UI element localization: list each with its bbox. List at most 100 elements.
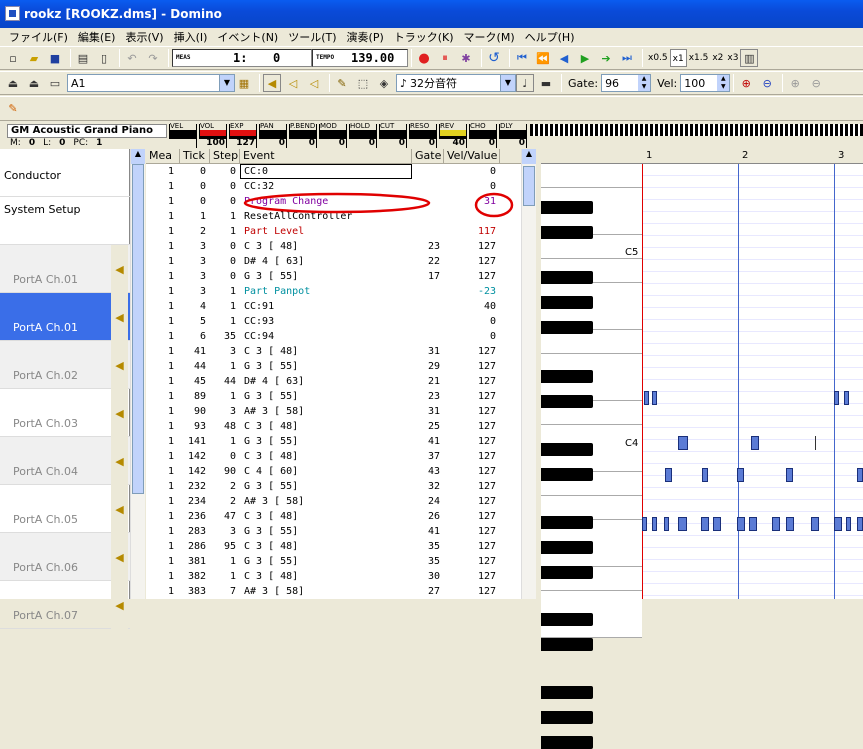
track-row[interactable]: PortA Ch.05 ◀: [0, 485, 130, 533]
track-up-icon[interactable]: ⏏: [4, 74, 22, 92]
black-key[interactable]: [541, 321, 593, 334]
note-block[interactable]: [749, 517, 757, 531]
event-row[interactable]: 1 3 1 Part Panpot -23: [146, 284, 521, 299]
column-header[interactable]: Mea: [146, 149, 180, 163]
note-block[interactable]: [678, 517, 687, 531]
meter-hold[interactable]: HOLD 0: [349, 123, 377, 148]
meter-exp[interactable]: EXP 127: [229, 123, 257, 148]
solo-icon[interactable]: ◁: [284, 74, 302, 92]
event-row[interactable]: 1 383 7 A# 3 [ 58] 27 127: [146, 584, 521, 599]
layout-icon[interactable]: ▥: [740, 49, 759, 67]
midi-in-icon[interactable]: ✱: [457, 49, 475, 67]
meter-vol[interactable]: VOL 100: [199, 123, 227, 148]
triplet-icon[interactable]: ♩: [516, 74, 534, 92]
note-block[interactable]: [834, 391, 839, 405]
meter-cut[interactable]: CUT 0: [379, 123, 407, 148]
speaker-icon[interactable]: ◀: [111, 245, 128, 293]
event-row[interactable]: 1 3 0 C 3 [ 48] 23 127: [146, 239, 521, 254]
track-list-scrollbar[interactable]: ▲: [130, 149, 145, 599]
white-key[interactable]: [541, 164, 642, 188]
column-header[interactable]: Gate: [412, 149, 444, 163]
black-key[interactable]: [541, 638, 593, 651]
properties-icon[interactable]: ▤: [74, 49, 92, 67]
zoom-out-icon[interactable]: ⊖: [758, 74, 776, 92]
event-row[interactable]: 1 142 90 C 4 [ 60] 43 127: [146, 464, 521, 479]
redo-icon[interactable]: ↷: [144, 49, 162, 67]
event-row[interactable]: 1 44 1 G 3 [ 55] 29 127: [146, 359, 521, 374]
select-rect-icon[interactable]: ⬚: [354, 74, 372, 92]
event-row[interactable]: 1 283 3 G 3 [ 55] 41 127: [146, 524, 521, 539]
event-row[interactable]: 1 0 0 CC:32 0: [146, 179, 521, 194]
speaker-icon[interactable]: ◀: [111, 437, 128, 485]
instrument-name[interactable]: GM Acoustic Grand Piano: [7, 124, 167, 138]
speaker-icon[interactable]: ◀: [111, 485, 128, 533]
keyboard-icon[interactable]: ▭: [46, 74, 64, 92]
speaker-icon[interactable]: ◀: [263, 74, 281, 92]
eraser-icon[interactable]: ◈: [375, 74, 393, 92]
note-block[interactable]: [786, 517, 794, 531]
open-folder-icon[interactable]: ▰: [25, 49, 43, 67]
undo-icon[interactable]: ↶: [123, 49, 141, 67]
track-row[interactable]: PortA Ch.01 ◀: [0, 245, 130, 293]
scroll-thumb[interactable]: [132, 164, 144, 494]
speed-button[interactable]: x1: [669, 49, 687, 67]
save-icon[interactable]: ■: [46, 49, 64, 67]
note-block[interactable]: [664, 517, 669, 531]
black-key[interactable]: [541, 201, 593, 214]
midi-settings-icon[interactable]: ✎: [4, 100, 22, 118]
event-row[interactable]: 1 236 47 C 3 [ 48] 26 127: [146, 509, 521, 524]
note-block[interactable]: [702, 468, 708, 482]
event-row[interactable]: 1 234 2 A# 3 [ 58] 24 127: [146, 494, 521, 509]
menu-item-5[interactable]: ツール(T): [283, 29, 341, 45]
note-block[interactable]: [844, 391, 849, 405]
track-select[interactable]: A1 ▼: [67, 74, 235, 92]
speed-button[interactable]: x3: [725, 49, 740, 67]
meter-dly[interactable]: DLY 0: [499, 123, 527, 148]
column-header[interactable]: Event: [240, 149, 412, 163]
scroll-thumb[interactable]: [523, 166, 535, 206]
menu-item-2[interactable]: 表示(V): [120, 29, 168, 45]
event-row[interactable]: 1 41 3 C 3 [ 48] 31 127: [146, 344, 521, 359]
note-block[interactable]: [772, 517, 780, 531]
black-key[interactable]: [541, 395, 593, 408]
zoom-vertical-out-icon[interactable]: ⊖: [807, 74, 825, 92]
speaker-icon[interactable]: ◀: [111, 533, 128, 581]
scroll-up-icon[interactable]: ▲: [131, 149, 145, 164]
zoom-in-icon[interactable]: ⊕: [737, 74, 755, 92]
note-block[interactable]: [737, 468, 744, 482]
black-key[interactable]: [541, 566, 593, 579]
meter-mod[interactable]: MOD 0: [319, 123, 347, 148]
note-block[interactable]: [834, 517, 842, 531]
play-icon[interactable]: ▶: [576, 49, 594, 67]
column-header[interactable]: Vel/Value: [444, 149, 500, 163]
event-row[interactable]: 1 45 44 D# 4 [ 63] 21 127: [146, 374, 521, 389]
black-key[interactable]: [541, 468, 593, 481]
meter-reso[interactable]: RESO 0: [409, 123, 437, 148]
go-start-icon[interactable]: ⏮: [513, 49, 531, 67]
note-block[interactable]: [701, 517, 709, 531]
note-block[interactable]: [846, 517, 851, 531]
track-row[interactable]: System Setup: [0, 197, 130, 245]
forward-icon[interactable]: ➔: [597, 49, 615, 67]
black-key[interactable]: [541, 370, 593, 383]
note-block[interactable]: [642, 517, 647, 531]
event-row[interactable]: 1 381 1 G 3 [ 55] 35 127: [146, 554, 521, 569]
event-row[interactable]: 1 141 1 G 3 [ 55] 41 127: [146, 434, 521, 449]
event-row[interactable]: 1 5 1 CC:93 0: [146, 314, 521, 329]
note-grid[interactable]: [642, 164, 863, 599]
track-row[interactable]: Conductor: [0, 149, 130, 197]
note-block[interactable]: [737, 517, 745, 531]
event-row[interactable]: 1 4 1 CC:91 40: [146, 299, 521, 314]
scroll-up-icon[interactable]: ▲: [522, 149, 536, 164]
track-row[interactable]: PortA Ch.02 ◀: [0, 341, 130, 389]
event-row[interactable]: 1 0 0 Program Change 31: [146, 194, 521, 209]
meter-pbend[interactable]: P.BEND 0: [289, 123, 317, 148]
vel-input[interactable]: 100 ▲ ▼: [680, 74, 731, 92]
spinner-icon[interactable]: ▲ ▼: [717, 75, 730, 91]
speed-button[interactable]: x1.5: [687, 49, 711, 67]
track-row[interactable]: PortA Ch.01 ◀: [0, 293, 130, 341]
speaker-icon[interactable]: ◀: [111, 581, 128, 629]
event-row[interactable]: 1 1 1 ResetAllController: [146, 209, 521, 224]
note-block[interactable]: [713, 517, 721, 531]
note-block[interactable]: [665, 468, 672, 482]
